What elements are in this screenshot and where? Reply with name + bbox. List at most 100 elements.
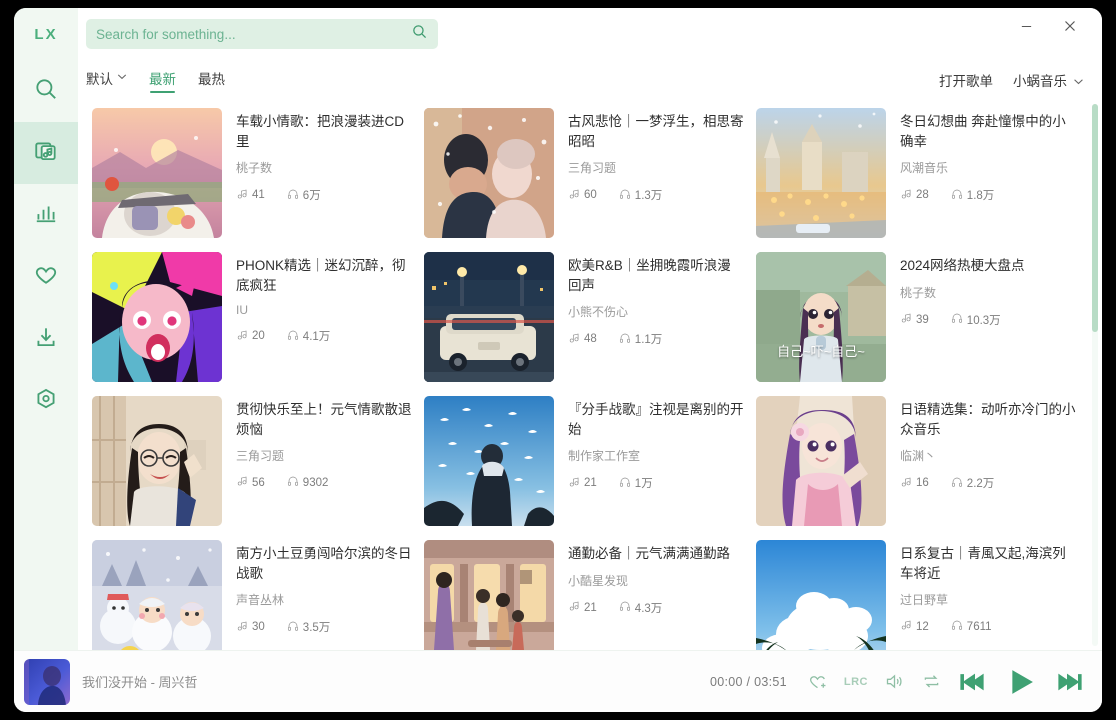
- play-count-value: 10.3万: [966, 314, 1001, 327]
- tab-hottest[interactable]: 最热: [198, 68, 225, 93]
- playlist-card[interactable]: 贯彻快乐至上！元气情歌散退烦恼三角习题 56 9302: [86, 392, 418, 530]
- chevron-down-icon: [117, 73, 127, 82]
- playlist-title[interactable]: 日系复古｜青風又起,海滨列车将近: [900, 544, 1076, 583]
- playlist-stats: 60 1.3万: [568, 187, 744, 203]
- playlist-thumbnail[interactable]: [756, 108, 886, 238]
- song-count-stat: 28: [900, 188, 929, 203]
- playlist-author[interactable]: 过日野草: [900, 591, 1076, 608]
- playlist-card[interactable]: 通勤必备｜元气满满通勤路 小酷星发现 21 4.3万: [418, 536, 750, 650]
- playlist-card[interactable]: 自己~吓~自己~ 2024网络热梗大盘点 桃子数 39 10.3万: [750, 248, 1082, 386]
- play-count-value: 9302: [302, 476, 329, 489]
- window-controls: [1006, 12, 1090, 40]
- playlist-card[interactable]: 南方小土豆勇闯哈尔滨的冬日战歌 声音丛林 30 3.5万: [86, 536, 418, 650]
- headphone-icon: [951, 312, 963, 327]
- playlist-author[interactable]: 三角习题: [236, 447, 412, 464]
- tab-newest-label: 最新: [149, 71, 176, 87]
- playlist-author[interactable]: 桃子数: [236, 159, 412, 176]
- album-cover[interactable]: [24, 658, 70, 705]
- sidebar-item-favorites[interactable]: [14, 246, 78, 308]
- song-count-stat: 56: [236, 475, 265, 490]
- playlist-card[interactable]: 日语精选集：动听亦冷门的小众音乐 临渊丶 16 2.2万: [750, 392, 1082, 530]
- sidebar-item-search[interactable]: [14, 60, 78, 122]
- song-count-stat: 60: [568, 188, 597, 203]
- song-count-value: 28: [916, 189, 929, 202]
- play-count-stat: 4.1万: [287, 328, 330, 344]
- playlist-thumbnail[interactable]: [424, 108, 554, 238]
- playlist-thumbnail[interactable]: [92, 252, 222, 382]
- volume-icon[interactable]: [884, 671, 905, 692]
- headphone-icon: [951, 619, 963, 634]
- player-now-playing-group: 我们没开始 - 周兴哲: [14, 658, 198, 705]
- scrollbar-thumb[interactable]: [1092, 104, 1098, 332]
- playlist-title[interactable]: 南方小土豆勇闯哈尔滨的冬日战歌: [236, 544, 412, 583]
- favorite-icon[interactable]: [807, 671, 828, 692]
- playlist-grid: 车载小情歌：把浪漫装进CD里 桃子数 41 6万 古风悲怆｜一梦浮生，相思寄昭昭 三角习题…: [78, 100, 1102, 650]
- search-bar[interactable]: [86, 19, 438, 49]
- playlist-info: 通勤必备｜元气满满通勤路 小酷星发现 21 4.3万: [568, 540, 744, 650]
- sidebar-item-library[interactable]: [14, 122, 78, 184]
- sidebar-item-settings[interactable]: [14, 370, 78, 432]
- search-input[interactable]: [96, 26, 411, 42]
- search-icon[interactable]: [411, 23, 428, 45]
- bar-chart-icon: [33, 200, 59, 231]
- playlist-author[interactable]: 声音丛林: [236, 591, 412, 608]
- play-count-value: 1.3万: [634, 190, 663, 203]
- source-label: 小蜗音乐: [1013, 74, 1067, 89]
- playlist-author[interactable]: 三角习题: [568, 159, 744, 176]
- playlist-title[interactable]: 日语精选集：动听亦冷门的小众音乐: [900, 400, 1076, 439]
- playlist-title[interactable]: 欧美R&B｜坐拥晚霞听浪漫回声: [568, 256, 744, 295]
- playlist-author[interactable]: 桃子数: [900, 284, 1076, 301]
- playlist-card[interactable]: 欧美R&B｜坐拥晚霞听浪漫回声 小熊不伤心 48 1.1万: [418, 248, 750, 386]
- playlist-thumbnail[interactable]: [92, 396, 222, 526]
- next-button[interactable]: [1054, 667, 1084, 697]
- playlist-title[interactable]: 车载小情歌：把浪漫装进CD里: [236, 112, 412, 151]
- playlist-info: 古风悲怆｜一梦浮生，相思寄昭昭三角习题 60 1.3万: [568, 108, 744, 238]
- playlist-title[interactable]: 古风悲怆｜一梦浮生，相思寄昭昭: [568, 112, 744, 151]
- playlist-card[interactable]: 日系复古｜青風又起,海滨列车将近 过日野草 12 7611: [750, 536, 1082, 650]
- playlist-title[interactable]: PHONK精选｜迷幻沉醉，彻底疯狂: [236, 256, 412, 295]
- playlist-title[interactable]: 冬日幻想曲 奔赴憧憬中的小确幸: [900, 112, 1076, 151]
- previous-button[interactable]: [958, 667, 988, 697]
- playlist-thumbnail[interactable]: [424, 396, 554, 526]
- song-count-value: 39: [916, 313, 929, 326]
- minimize-button[interactable]: [1006, 12, 1046, 40]
- play-button[interactable]: [1004, 665, 1038, 699]
- lyrics-icon[interactable]: LRC: [844, 676, 868, 688]
- playlist-card[interactable]: 冬日幻想曲 奔赴憧憬中的小确幸风潮音乐 28 1.8万: [750, 104, 1082, 242]
- sort-dropdown[interactable]: 默认: [86, 68, 127, 93]
- sidebar-item-ranking[interactable]: [14, 184, 78, 246]
- playlist-stats: 28 1.8万: [900, 187, 1076, 203]
- playlist-card[interactable]: PHONK精选｜迷幻沉醉，彻底疯狂 IU 20 4.1万: [86, 248, 418, 386]
- headphone-icon: [619, 476, 631, 491]
- playlist-author[interactable]: 小酷星发现: [568, 572, 744, 589]
- playlist-thumbnail[interactable]: [92, 540, 222, 650]
- song-count-value: 20: [252, 330, 265, 343]
- source-dropdown[interactable]: 小蜗音乐: [1013, 70, 1084, 90]
- playlist-title[interactable]: 2024网络热梗大盘点: [900, 256, 1076, 276]
- close-button[interactable]: [1050, 12, 1090, 40]
- playlist-thumbnail[interactable]: [92, 108, 222, 238]
- open-playlist-button[interactable]: 打开歌单: [939, 70, 993, 90]
- playlist-thumbnail[interactable]: [756, 540, 886, 650]
- playlist-author[interactable]: 制作家工作室: [568, 447, 744, 464]
- playlist-author[interactable]: 临渊丶: [900, 447, 1076, 464]
- playlist-thumbnail[interactable]: [756, 396, 886, 526]
- repeat-icon[interactable]: [921, 671, 942, 692]
- playlist-thumbnail[interactable]: 自己~吓~自己~: [756, 252, 886, 382]
- scrollbar[interactable]: [1092, 104, 1098, 646]
- playlist-author[interactable]: IU: [236, 303, 412, 317]
- playlist-title[interactable]: 『分手战歌』注视是离别的开始: [568, 400, 744, 439]
- sidebar-item-downloads[interactable]: [14, 308, 78, 370]
- tab-newest[interactable]: 最新: [149, 68, 176, 93]
- playlist-thumbnail[interactable]: [424, 252, 554, 382]
- playlist-author[interactable]: 小熊不伤心: [568, 303, 744, 320]
- playlist-card[interactable]: 车载小情歌：把浪漫装进CD里 桃子数 41 6万: [86, 104, 418, 242]
- playlist-title[interactable]: 贯彻快乐至上！元气情歌散退烦恼: [236, 400, 412, 439]
- playlist-author[interactable]: 风潮音乐: [900, 159, 1076, 176]
- headphone-icon: [287, 475, 299, 490]
- playlist-thumbnail[interactable]: [424, 540, 554, 650]
- playlist-title[interactable]: 通勤必备｜元气满满通勤路: [568, 544, 744, 564]
- playlist-card[interactable]: 『分手战歌』注视是离别的开始 制作家工作室 21 1万: [418, 392, 750, 530]
- window-body: LX Search for something... 默认 最新 最热 打开歌单…: [14, 8, 1102, 650]
- playlist-card[interactable]: 古风悲怆｜一梦浮生，相思寄昭昭三角习题 60 1.3万: [418, 104, 750, 242]
